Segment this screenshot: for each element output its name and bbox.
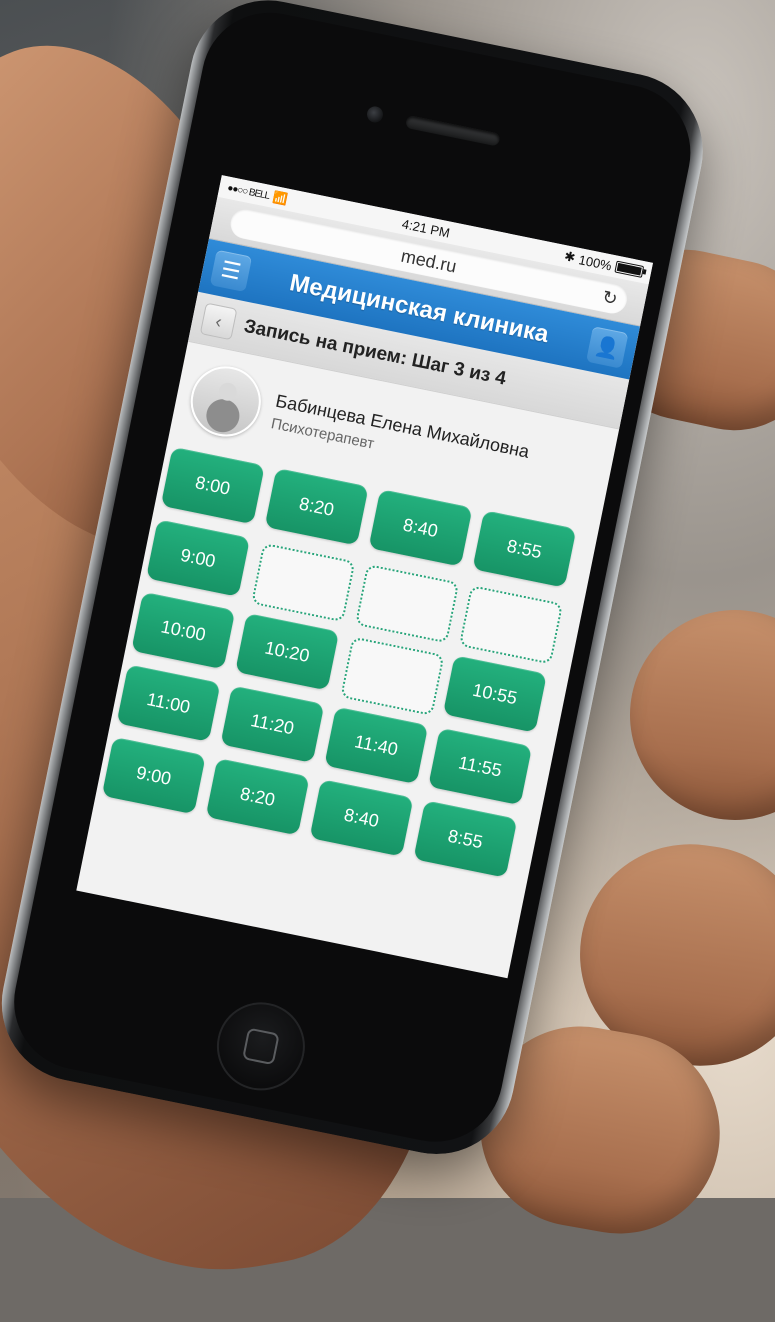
user-button[interactable]: 👤: [585, 326, 629, 369]
wifi-icon: 📶: [271, 189, 290, 207]
user-icon: 👤: [592, 334, 622, 362]
empty-time-slot: [251, 542, 356, 623]
time-slots-grid: 8:00 8:20 8:40 8:55 9:00 10:00 10:20 10:…: [84, 440, 599, 939]
empty-time-slot: [458, 585, 564, 665]
reload-icon[interactable]: ↻: [600, 287, 620, 311]
time-slot[interactable]: 9:00: [101, 736, 206, 815]
battery-percent: 100%: [577, 251, 614, 274]
time-slot[interactable]: 11:00: [116, 664, 221, 742]
menu-button[interactable]: ☰: [209, 249, 253, 293]
time-slot[interactable]: 9:00: [145, 519, 251, 597]
home-button-icon: [242, 1027, 280, 1066]
time-slot[interactable]: 8:20: [205, 757, 310, 836]
time-slot[interactable]: 8:20: [264, 467, 369, 546]
front-camera-icon: [365, 105, 385, 124]
time-slot[interactable]: 11:40: [324, 706, 429, 785]
empty-time-slot: [340, 636, 445, 716]
time-slot[interactable]: 11:20: [220, 685, 325, 763]
time-slot[interactable]: 10:20: [235, 612, 340, 691]
phone-body: ●●○○ BELL 📶 4:21 PM ✱ 100% med.ru ↻ ☰ Ме…: [0, 0, 717, 1169]
time-slot[interactable]: 11:55: [428, 727, 533, 806]
time-slot[interactable]: 8:40: [309, 779, 414, 857]
battery-icon: [614, 260, 645, 278]
carrier-signal: ●●○○ BELL: [226, 182, 271, 202]
phone-front: ●●○○ BELL 📶 4:21 PM ✱ 100% med.ru ↻ ☰ Ме…: [2, 0, 703, 1154]
empty-time-slot: [354, 563, 460, 644]
time-slot[interactable]: 8:40: [368, 489, 473, 567]
url-text: med.ru: [399, 245, 459, 277]
back-button[interactable]: ‹: [199, 302, 238, 341]
doctor-avatar: [184, 360, 268, 443]
time-slot[interactable]: 8:55: [413, 800, 518, 878]
phone-screen: ●●○○ BELL 📶 4:21 PM ✱ 100% med.ru ↻ ☰ Ме…: [76, 175, 654, 979]
home-button[interactable]: [209, 994, 313, 1099]
time-slot[interactable]: 8:55: [472, 510, 577, 588]
time-slot[interactable]: 8:00: [160, 446, 265, 525]
menu-icon: ☰: [218, 256, 244, 285]
bluetooth-icon: ✱: [563, 248, 577, 266]
time-slot[interactable]: 10:00: [131, 591, 236, 670]
time-slot[interactable]: 10:55: [442, 655, 547, 733]
speaker-icon: [404, 114, 501, 147]
chevron-left-icon: ‹: [213, 310, 224, 332]
